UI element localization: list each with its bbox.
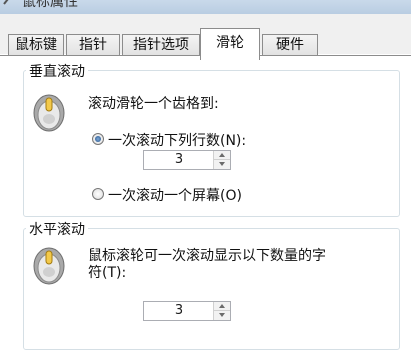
window-title: 鼠标属性 — [22, 0, 78, 10]
title-bar: 鼠标属性 — [0, 0, 411, 14]
horizontal-chars-spinbox[interactable]: 3 — [143, 301, 231, 321]
horizontal-scroll-prompt-line2: 符(T): — [88, 265, 127, 281]
tab-wheel[interactable]: 滑轮 — [200, 28, 260, 60]
vertical-scroll-prompt: 滚动滑轮一个齿格到: — [88, 96, 219, 112]
spin-down-arrow-icon[interactable] — [214, 160, 230, 169]
vertical-scrolling-label: 垂直滚动 — [26, 61, 88, 81]
mouse-wheel-icon — [33, 94, 65, 132]
horizontal-scrolling-label: 水平滚动 — [26, 219, 88, 239]
vertical-lines-value[interactable]: 3 — [144, 151, 214, 169]
tab-strip: 鼠标键 指针 指针选项 滑轮 硬件 — [0, 14, 411, 60]
scroll-lines-radio[interactable] — [92, 133, 104, 145]
scroll-screen-label: 一次滚动一个屏幕(O) — [108, 188, 242, 204]
scroll-screen-radio[interactable] — [92, 188, 104, 200]
horizontal-spin-buttons — [213, 302, 230, 320]
tab-buttons[interactable]: 鼠标键 — [8, 34, 64, 56]
spin-up-arrow-icon[interactable] — [214, 151, 230, 160]
tab-pointers[interactable]: 指针 — [66, 34, 120, 56]
spin-up-arrow-icon[interactable] — [214, 302, 230, 311]
scroll-lines-label: 一次滚动下列行数(N): — [108, 133, 247, 149]
tab-hardware[interactable]: 硬件 — [262, 34, 318, 56]
mouse-icon — [3, 0, 9, 5]
wheel-tab-panel: 垂直滚动 滚动滑轮一个齿格到: 一次滚动下列行数(N): 3 一次滚动一个屏幕(… — [0, 56, 411, 350]
vertical-lines-spinbox[interactable]: 3 — [143, 150, 231, 170]
spin-down-arrow-icon[interactable] — [214, 311, 230, 320]
vertical-spin-buttons — [213, 151, 230, 169]
tab-pointer-options[interactable]: 指针选项 — [122, 34, 200, 56]
mouse-wheel-icon — [33, 247, 65, 285]
horizontal-chars-value[interactable]: 3 — [144, 302, 214, 320]
